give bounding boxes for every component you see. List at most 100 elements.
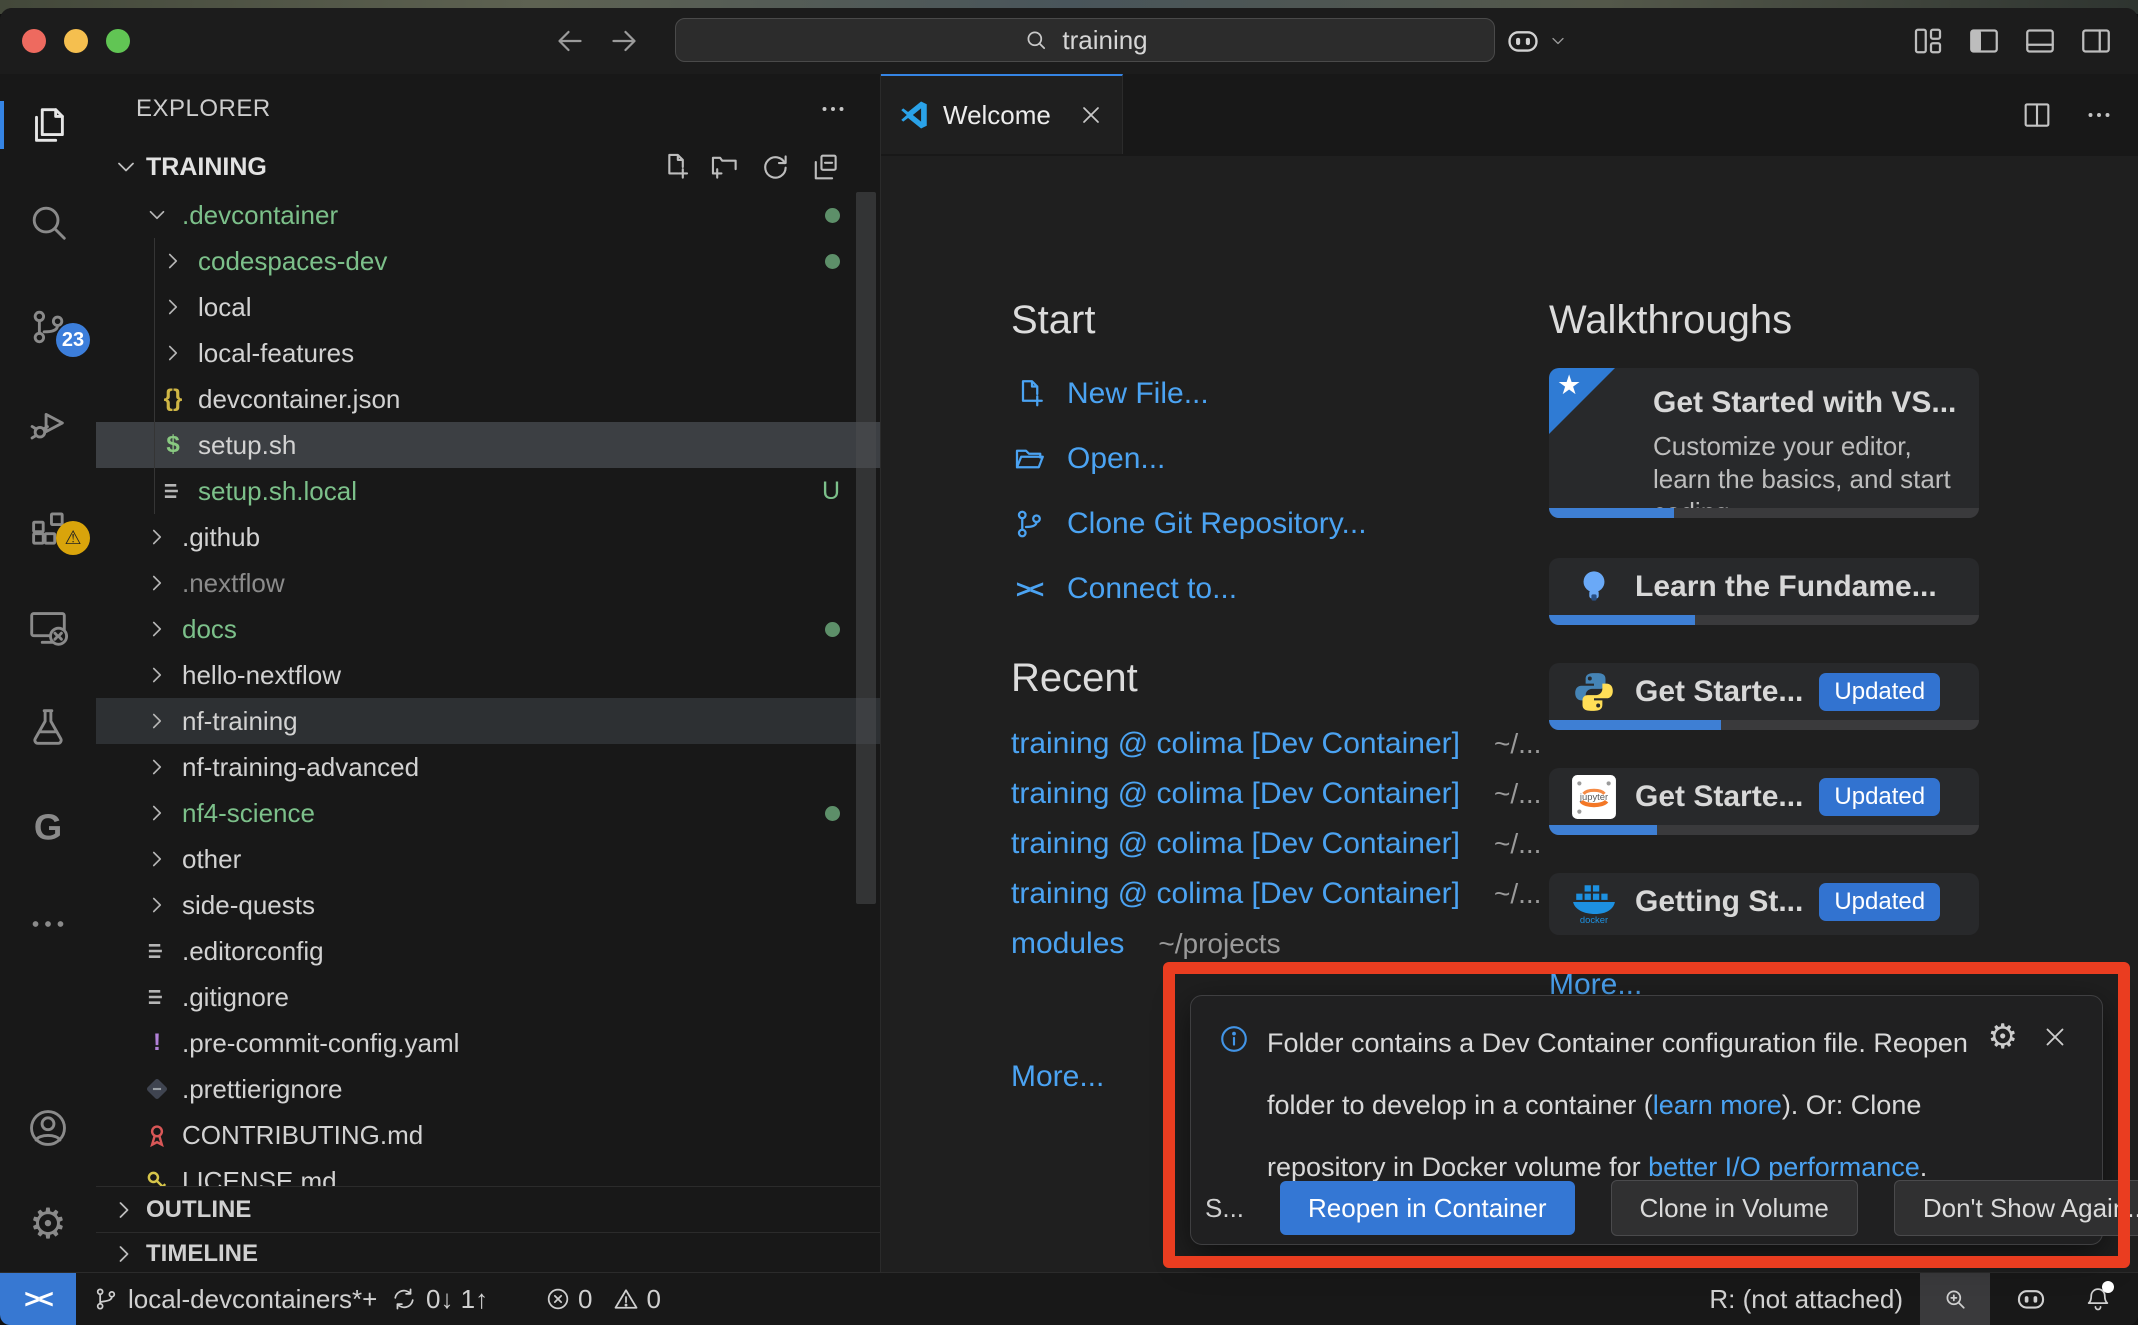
zoom-status[interactable] [1920,1273,1990,1325]
reopen-in-container-button[interactable]: Reopen in Container [1280,1181,1575,1235]
refresh-explorer-icon[interactable] [758,150,792,184]
sidebar-scrollbar[interactable] [856,192,876,904]
forward-arrow-icon[interactable] [606,23,642,59]
activity-more[interactable] [0,900,96,948]
close-tab-icon[interactable] [1077,101,1105,129]
walkthrough-card[interactable]: Learn the Fundame... [1549,558,1979,625]
docker-icon: docker [1571,879,1617,925]
learn-more-link[interactable]: learn more [1653,1090,1782,1120]
activity-gitlens[interactable]: G [0,804,96,852]
walkthrough-card[interactable]: jupyterGet Starte...Updated [1549,768,1979,835]
copilot-menu[interactable] [1504,22,1568,60]
chevron-right-icon [160,294,186,320]
sync-status[interactable]: 0↓ 1↑ [390,1273,488,1325]
start-heading: Start [1011,298,1095,343]
start-link-2[interactable]: Open... [1011,433,1165,485]
tree-item[interactable]: $setup.sh [96,422,880,468]
tree-item[interactable]: .nextflow [96,560,880,606]
tree-item[interactable]: setup.sh.local U [96,468,880,514]
recent-more-link[interactable]: More... [1011,1060,1104,1094]
activity-source-control[interactable]: 23 [0,303,96,351]
start-link-1[interactable]: New File... [1011,368,1209,420]
git-branch-status[interactable]: local-devcontainers*+ [92,1273,377,1325]
start-link-4[interactable]: ><Connect to... [1011,563,1237,615]
tree-item[interactable]: nf-training-advanced [96,744,880,790]
toggle-secondary-sidebar-icon[interactable] [2078,23,2114,59]
new-folder-icon[interactable] [708,150,742,184]
activity-extensions[interactable]: ⚠ [0,501,96,549]
recent-workspace-link[interactable]: training @ colima [Dev Container] [1011,827,1460,861]
customize-layout-icon[interactable] [1910,23,1946,59]
notification-close-icon[interactable] [2040,1022,2070,1052]
problems-status[interactable]: 0 0 [544,1273,675,1325]
activity-run-debug[interactable] [0,399,96,447]
copilot-status[interactable] [2014,1273,2048,1325]
recent-workspace-link[interactable]: modules [1011,927,1124,961]
info-icon [1217,1022,1251,1056]
activity-account[interactable] [0,1104,96,1152]
chevron-right-icon [144,754,170,780]
recent-workspace-link[interactable]: training @ colima [Dev Container] [1011,877,1460,911]
tree-item-label: codespaces-dev [198,246,387,277]
tree-item[interactable]: local-features [96,330,880,376]
toggle-primary-sidebar-icon[interactable] [1966,23,2002,59]
tree-item[interactable]: .editorconfig [96,928,880,974]
io-performance-link[interactable]: better I/O performance [1648,1152,1920,1182]
tree-item[interactable]: !.pre-commit-config.yaml [96,1020,880,1066]
tree-item[interactable]: .github [96,514,880,560]
walkthrough-card[interactable]: ★Get Started with VS...Customize your ed… [1549,368,1979,518]
recent-item: training @ colima [Dev Container]~/... [1011,772,1541,816]
activity-settings[interactable]: ⚙ [0,1200,96,1248]
activity-testing[interactable] [0,703,96,751]
tree-item[interactable]: local [96,284,880,330]
tree-item[interactable]: hello-nextflow [96,652,880,698]
tab-welcome[interactable]: Welcome [881,74,1123,154]
start-link-3[interactable]: Clone Git Repository... [1011,498,1367,550]
timeline-panel-header[interactable]: TIMELINE [96,1232,880,1273]
progress-bar [1549,825,1979,835]
tree-item-label: setup.sh.local [198,476,357,507]
tree-item[interactable]: docs [96,606,880,652]
folder-section-title: TRAINING [146,153,267,182]
tree-item[interactable]: side-quests [96,882,880,928]
tree-item[interactable]: CONTRIBUTING.md [96,1112,880,1158]
tree-item[interactable]: .devcontainer [96,192,880,238]
tree-item[interactable]: nf4-science [96,790,880,836]
tree-item[interactable]: codespaces-dev [96,238,880,284]
notification-settings-icon[interactable]: ⚙ [1988,1020,2018,1054]
activity-explorer[interactable] [0,101,96,149]
tree-item[interactable]: other [96,836,880,882]
editor-more-actions-icon[interactable] [2082,98,2116,132]
remote-indicator[interactable]: >< [0,1273,76,1325]
zoom-window-button[interactable] [106,29,130,53]
close-window-button[interactable] [22,29,46,53]
walkthrough-card[interactable]: Get Starte...Updated [1549,663,1979,730]
tree-item[interactable]: nf-training [96,698,880,744]
tree-item[interactable]: .prettierignore [96,1066,880,1112]
recent-workspace-link[interactable]: training @ colima [Dev Container] [1011,727,1460,761]
notifications-bell[interactable] [2084,1273,2112,1325]
split-editor-icon[interactable] [2020,98,2054,132]
outline-panel-header[interactable]: OUTLINE [96,1186,880,1233]
chevron-right-icon [144,800,170,826]
explorer-more-actions-icon[interactable] [816,92,850,126]
r-language-status[interactable]: R: (not attached) [1709,1273,1903,1325]
folder-section-header[interactable]: TRAINING [96,144,880,190]
error-count: 0 [578,1284,592,1315]
dont-show-again-button[interactable]: Don't Show Again... [1894,1180,2138,1236]
toggle-panel-icon[interactable] [2022,23,2058,59]
activity-search[interactable] [0,198,96,246]
tree-item[interactable]: .gitignore [96,974,880,1020]
activity-remote-explorer[interactable] [0,603,96,651]
clone-in-volume-button[interactable]: Clone in Volume [1611,1180,1858,1236]
back-arrow-icon[interactable] [552,23,588,59]
walkthrough-card[interactable]: dockerGetting St...Updated [1549,873,1979,935]
tree-item[interactable]: {}devcontainer.json [96,376,880,422]
tree-item[interactable]: LICENSE.md [96,1158,880,1186]
minimize-window-button[interactable] [64,29,88,53]
new-file-icon[interactable] [658,150,692,184]
command-center-search[interactable]: training [675,18,1495,62]
git-untracked-badge: U [822,477,840,506]
collapse-folders-icon[interactable] [808,150,842,184]
recent-workspace-link[interactable]: training @ colima [Dev Container] [1011,777,1460,811]
